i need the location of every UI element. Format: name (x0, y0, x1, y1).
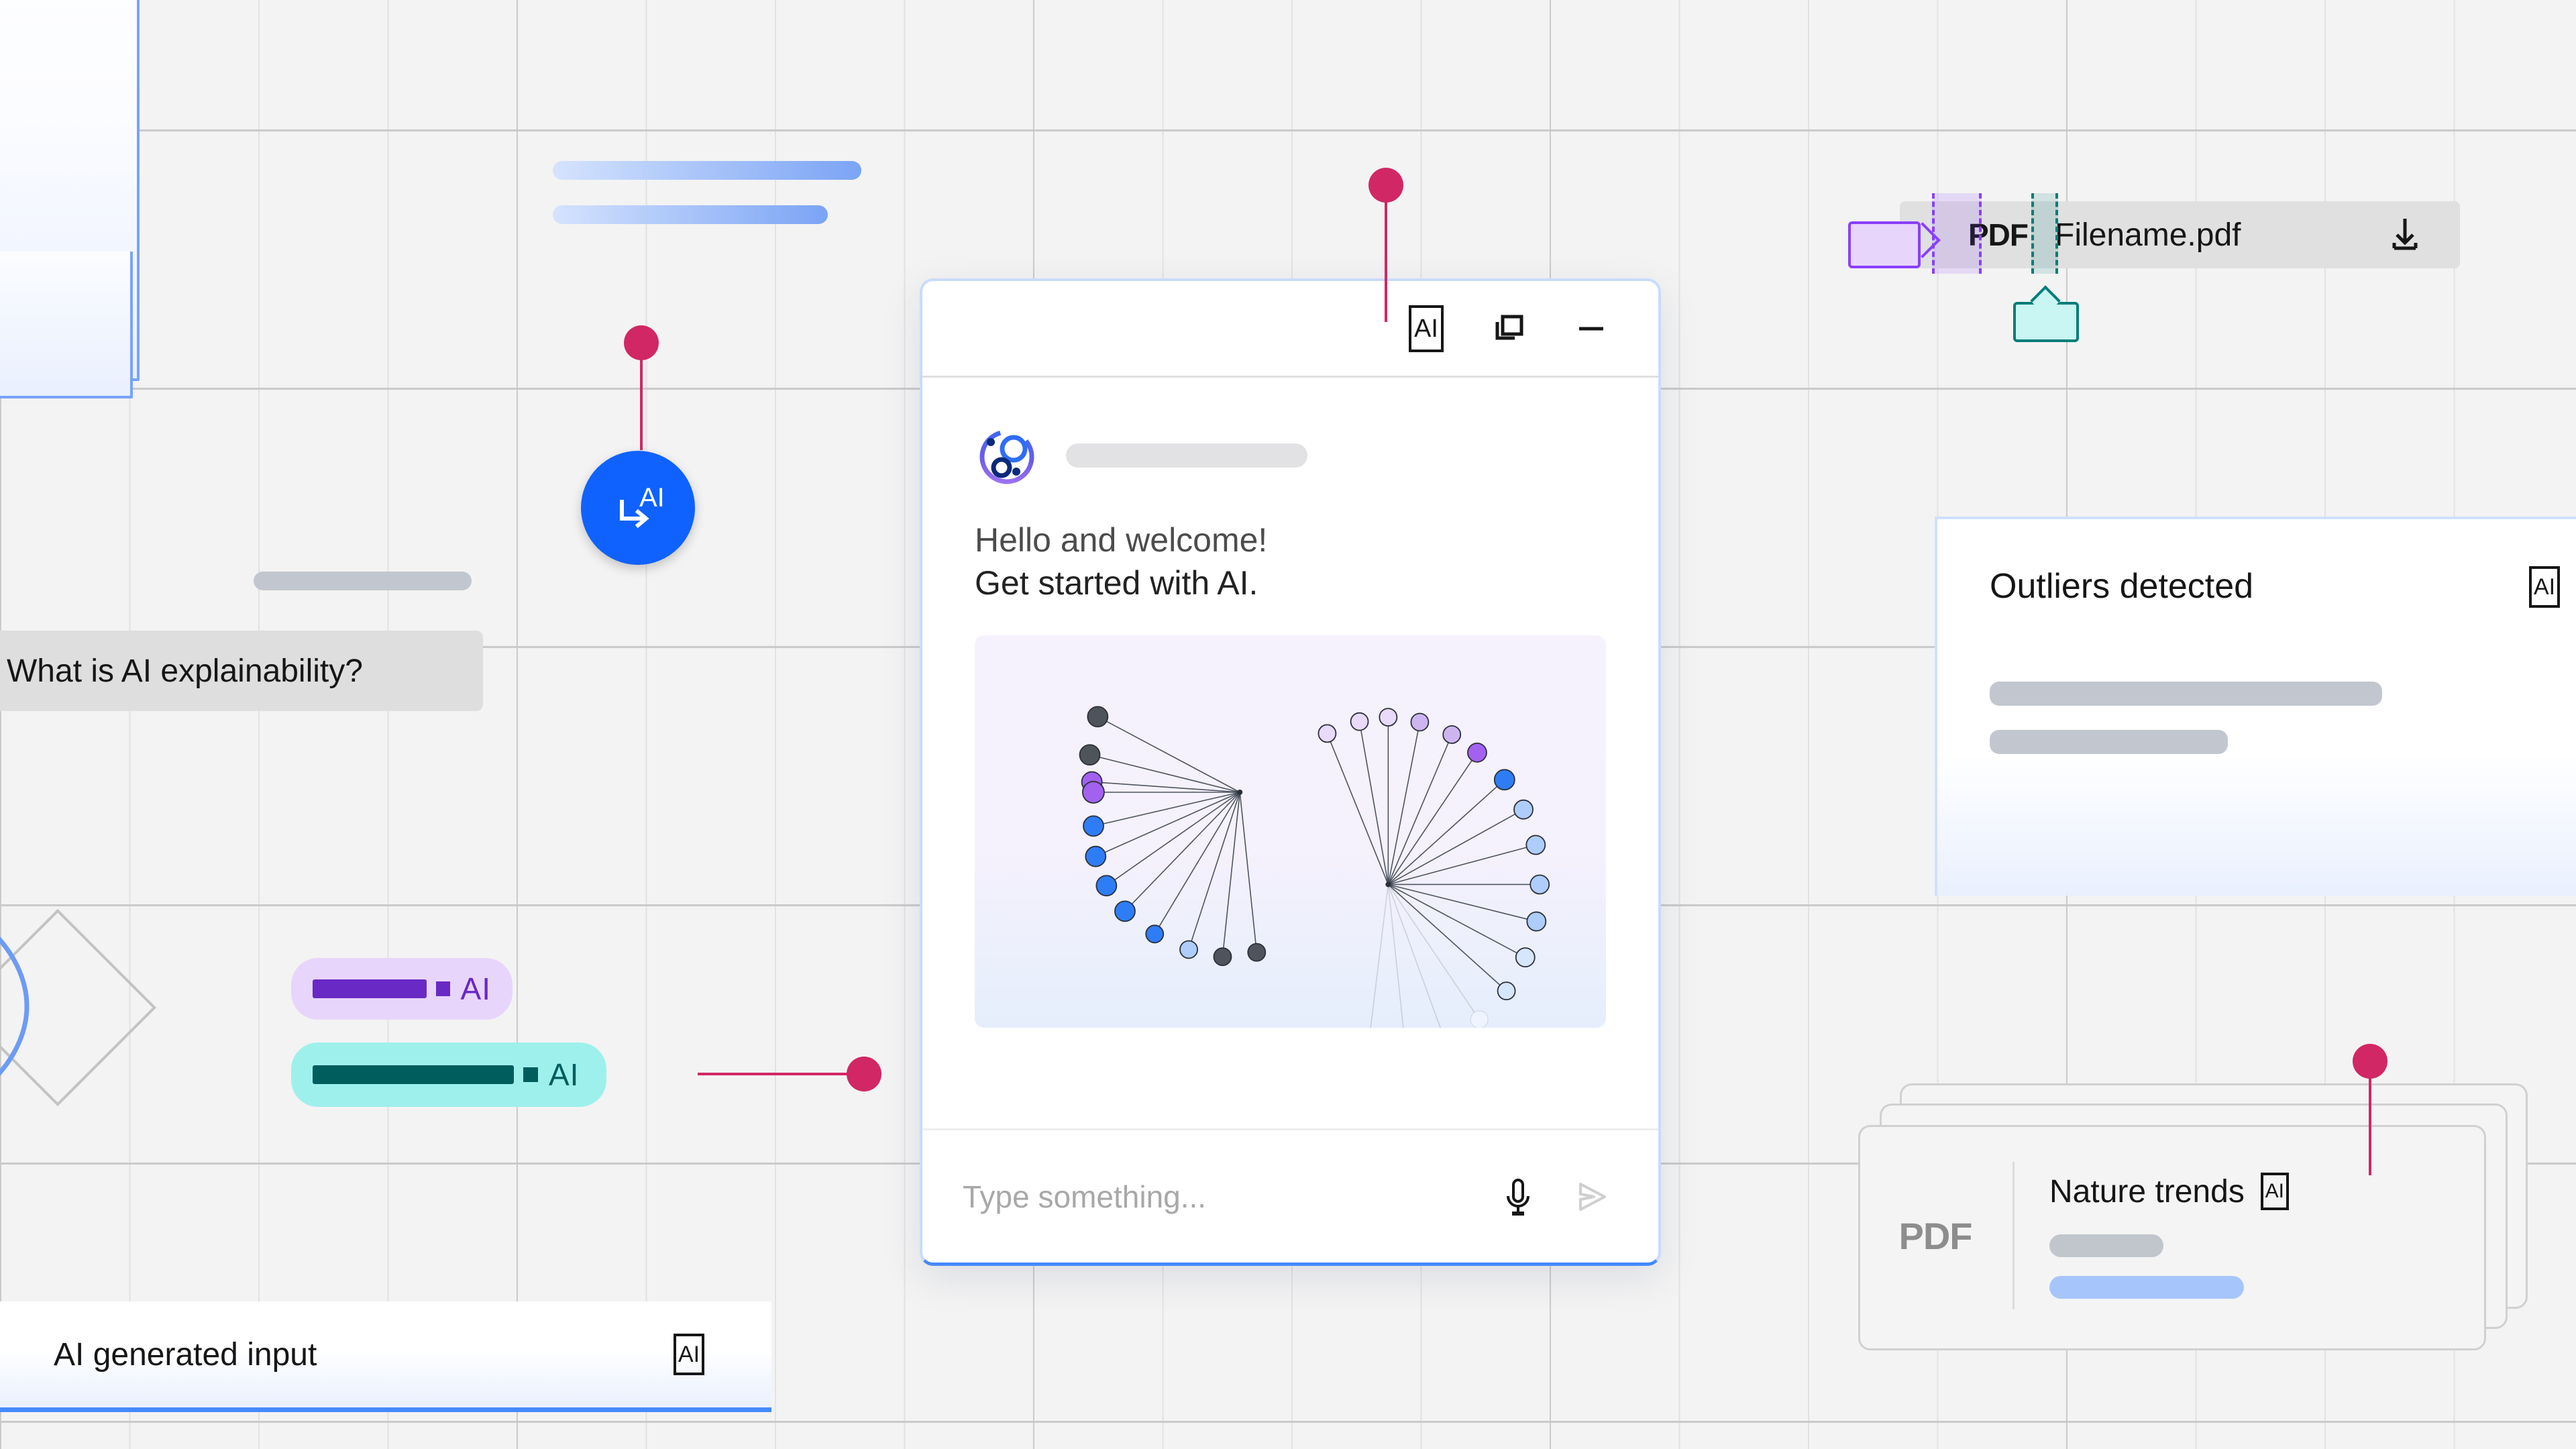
graph-node (1526, 911, 1547, 932)
spacing-token-purple (1848, 221, 1921, 268)
graph-node (1513, 799, 1534, 820)
chat-input-bar[interactable]: Type something... (922, 1128, 1658, 1263)
graph-node (1145, 924, 1165, 944)
ai-avatar-icon (979, 429, 1034, 484)
graph-node (1082, 781, 1105, 804)
welcome-message: Hello and welcome! Get started with AI. (975, 519, 1606, 604)
pdf-card-meta: Nature trends AI (2015, 1173, 2289, 1299)
annotation-pin-chat-ai-badge (1368, 168, 1403, 322)
graph-node (1410, 712, 1430, 732)
ai-badge-icon[interactable]: AI (2260, 1173, 2289, 1210)
pdf-card-skeleton-2 (2049, 1276, 2244, 1299)
microphone-icon[interactable] (1497, 1176, 1539, 1218)
ai-tag-teal[interactable]: AI (291, 1042, 606, 1107)
pdf-card-stack[interactable]: PDF Nature trends AI (1858, 1083, 2529, 1379)
graph-node (1467, 742, 1487, 763)
skeleton-bar-primary (553, 161, 861, 180)
user-question-bubble: What is AI explainability? (0, 631, 483, 711)
decorative-panel-left (0, 252, 133, 398)
skeleton-bar-gray (254, 572, 472, 590)
graph-hub-node (1385, 881, 1391, 888)
minimize-icon[interactable] (1572, 310, 1610, 347)
chat-window-body: Hello and welcome! Get started with AI. (922, 378, 1658, 1128)
graph-node (1318, 724, 1337, 743)
graph-node (1525, 835, 1546, 855)
outliers-skeleton-line-1 (1990, 682, 2382, 706)
pop-out-icon[interactable] (1489, 310, 1527, 347)
ai-badge-icon: AI (674, 1334, 704, 1375)
canvas: AI What is AI explainability? AI AI AI g… (0, 0, 2576, 1449)
outliers-card-header: Outliers detected AI (1990, 566, 2560, 608)
outliers-card-title: Outliers detected (1990, 567, 2254, 606)
ai-chat-window[interactable]: AI Hello and welcome! Get started with A… (920, 278, 1661, 1266)
graph-node (1095, 875, 1118, 897)
ai-generated-input-label: AI generated input (54, 1336, 317, 1373)
outliers-skeleton-line-2 (1990, 730, 2228, 754)
graph-node (1497, 981, 1516, 1001)
tag-ai-label: AI (549, 1057, 580, 1092)
graph-node (1213, 947, 1232, 967)
graph-node (1085, 845, 1107, 867)
graph-node (1529, 874, 1550, 895)
download-icon[interactable] (2383, 213, 2426, 256)
tag-bar (313, 1065, 514, 1084)
graph-node (1083, 815, 1104, 837)
spacing-guide-purple (1932, 193, 1982, 274)
file-download-row[interactable]: PDF Filename.pdf (1900, 201, 2460, 268)
welcome-line-1: Hello and welcome! (975, 521, 1268, 559)
ai-badge-icon[interactable]: AI (2529, 566, 2560, 608)
graph-node (1350, 712, 1369, 731)
graph-hub-node (1237, 790, 1243, 795)
graph-node (1179, 940, 1198, 959)
graph-node (1114, 900, 1136, 922)
svg-text:AI: AI (639, 483, 665, 513)
annotation-pin-ai-launcher (624, 325, 659, 453)
outliers-detected-card[interactable]: Outliers detected AI (1935, 517, 2576, 896)
send-icon[interactable] (1571, 1176, 1613, 1218)
ai-launcher-button[interactable]: AI (581, 451, 695, 565)
ai-tag-purple[interactable]: AI (291, 958, 513, 1020)
chat-window-header: AI (922, 281, 1658, 378)
tag-ai-label: AI (460, 971, 491, 1006)
spacing-guide-teal (2031, 193, 2058, 274)
network-graph-svg (1079, 706, 1550, 1028)
ai-generated-input-field[interactable]: AI generated input AI (0, 1301, 771, 1412)
skeleton-bar-secondary (553, 205, 828, 224)
graph-node (1493, 769, 1515, 791)
graph-node (1379, 708, 1398, 727)
graph-node (1515, 947, 1536, 968)
tag-square-marker (523, 1067, 538, 1082)
user-question-text: What is AI explainability? (7, 653, 363, 689)
network-visualization[interactable] (975, 635, 1606, 1028)
ai-generate-icon: AI (620, 483, 665, 529)
tag-square-marker (435, 981, 450, 996)
graph-node (1079, 744, 1101, 766)
pdf-card-title: Nature trends (2049, 1173, 2245, 1210)
welcome-line-2: Get started with AI. (975, 564, 1258, 602)
graph-node (1087, 706, 1109, 728)
annotation-pin-ai-tag (698, 1055, 885, 1094)
pdf-card-skeleton-1 (2049, 1234, 2163, 1257)
assistant-message-row (975, 425, 1606, 489)
graph-node (1247, 943, 1267, 962)
graph-node (1442, 725, 1462, 744)
graph-node (1470, 1010, 1489, 1028)
annotation-pin-pdf-ai-badge (2353, 1044, 2387, 1178)
message-skeleton (1066, 443, 1307, 468)
tag-bar (313, 979, 427, 998)
pdf-type-label: PDF (1898, 1214, 1973, 1257)
pdf-card-content: PDF Nature trends AI (1858, 1125, 2482, 1346)
file-name-label: Filename.pdf (2055, 217, 2241, 253)
decorative-curve (0, 936, 30, 1076)
ai-badge-icon[interactable]: AI (1409, 305, 1444, 352)
spacing-token-teal (2013, 302, 2079, 342)
chat-input-placeholder[interactable]: Type something... (963, 1179, 1497, 1215)
